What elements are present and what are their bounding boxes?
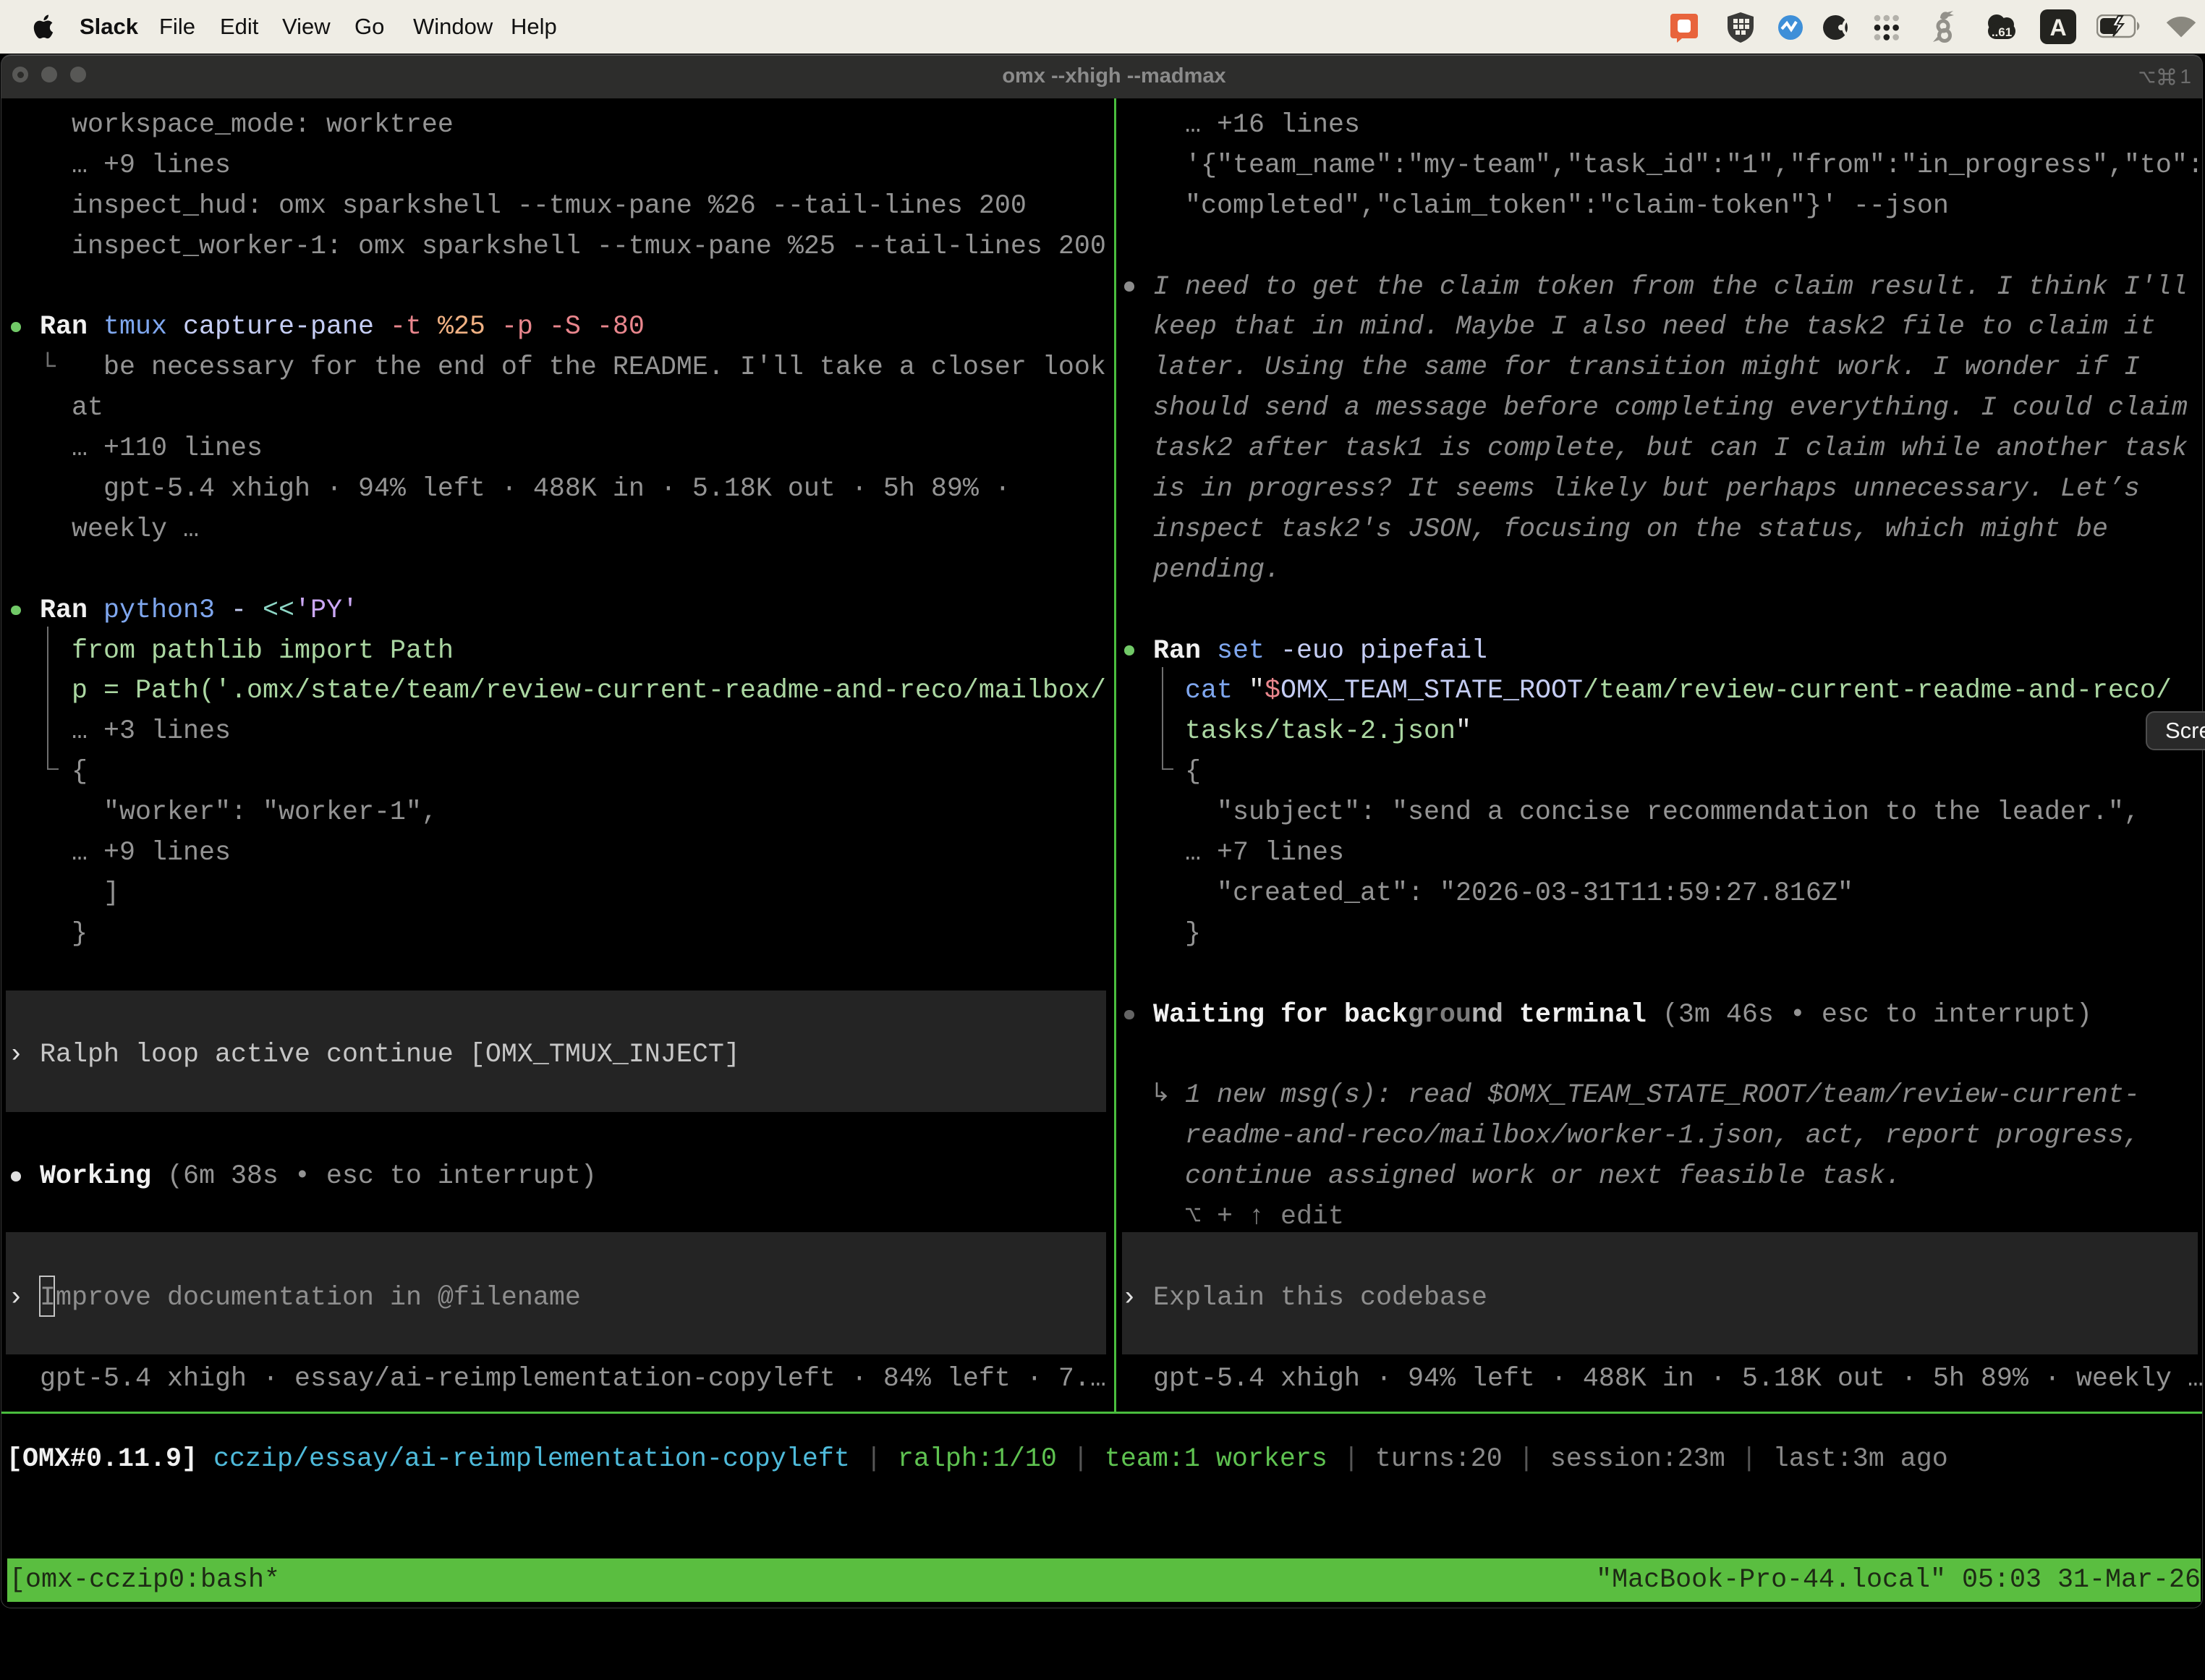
svg-text:..61: ..61 — [1992, 25, 2012, 39]
svg-text:A: A — [2049, 14, 2066, 41]
